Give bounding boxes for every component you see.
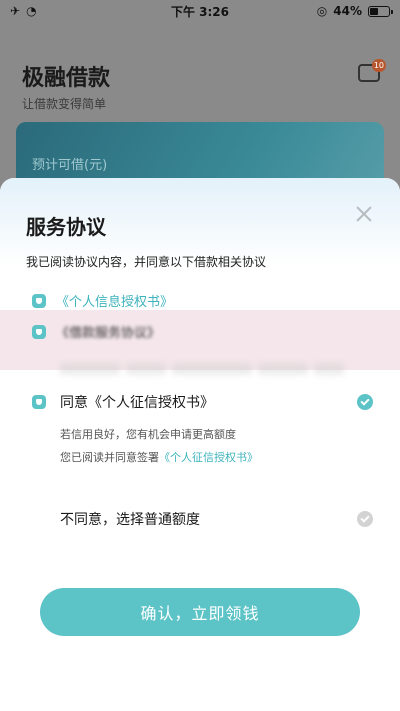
agreement-sheet: 服务协议 我已阅读协议内容，并同意以下借款相关协议 《个人信息授权书》 《借款服… (0, 178, 400, 711)
check-icon-unselected[interactable] (357, 511, 373, 527)
app-subtitle: 让借款变得简单 (22, 97, 107, 111)
check-icon-selected[interactable] (357, 394, 373, 410)
app-title: 极融借款 (22, 66, 111, 91)
shield-icon (32, 324, 46, 339)
shield-icon (32, 395, 46, 409)
confirm-button[interactable]: 确认，立即领钱 (40, 588, 360, 636)
shield-icon (32, 293, 46, 308)
status-bar: ✈ ◔ 下午 3:26 ◎ 44% (0, 0, 400, 22)
sheet-title: 服务协议 (26, 215, 106, 239)
airplane-icon: ✈ (10, 4, 21, 18)
option-agree-title: 同意《个人征信授权书》 (60, 395, 214, 411)
wifi-icon: ◔ (26, 4, 37, 18)
credit-card-label: 预计可借(元) (32, 158, 108, 173)
option-agree-consent: 您已阅读并同意签署《个人征信授权书》 (60, 449, 258, 465)
battery-percent: 44% (333, 4, 362, 18)
message-badge: 10 (371, 59, 386, 72)
consent-prefix: 您已阅读并同意签署 (60, 451, 159, 464)
option-disagree-title: 不同意，选择普通额度 (60, 512, 200, 528)
sheet-description: 我已阅读协议内容，并同意以下借款相关协议 (26, 255, 267, 269)
agreement-link-blurred[interactable]: 《借款服务协议》 (56, 322, 160, 341)
orientation-lock-icon: ◎ (316, 4, 328, 18)
battery-icon (368, 5, 393, 17)
blurred-row (60, 360, 350, 382)
agreement-item-personal-info[interactable]: 《个人信息授权书》 (32, 291, 173, 310)
agreement-item-loan[interactable]: 《借款服务协议》 (32, 322, 160, 341)
option-agree-note: 若信用良好，您有机会申请更高额度 (60, 428, 236, 441)
agreement-link[interactable]: 《个人信息授权书》 (56, 291, 173, 310)
consent-link[interactable]: 《个人征信授权书》 (159, 451, 258, 464)
close-icon[interactable] (354, 204, 374, 224)
